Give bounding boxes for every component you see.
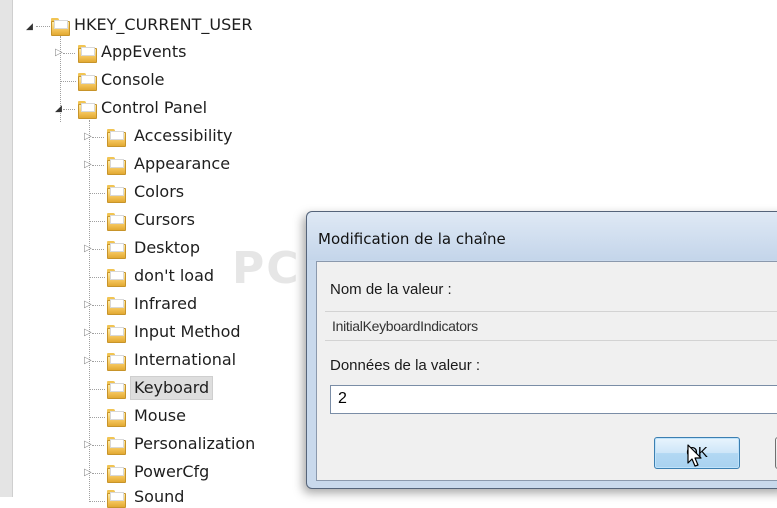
tree-connector [92,137,104,138]
tree-item-input-method[interactable]: Input Method [131,321,244,343]
tree-item-sound[interactable]: Sound [131,486,187,508]
tree-item-mouse[interactable]: Mouse [131,405,189,427]
value-name-text: InitialKeyboardIndicators [332,318,478,334]
folder-icon [106,268,126,287]
folder-icon [106,324,126,343]
tree-connector [92,445,104,446]
folder-icon [106,489,126,508]
tree-item-dont-load[interactable]: don't load [131,265,217,287]
value-name-label: Nom de la valeur : [330,281,452,298]
tree-connector [89,193,105,194]
edit-string-dialog: Modification de la chaîne Nom de la vale… [306,211,777,489]
tree-item-international[interactable]: International [131,349,239,371]
mouse-pointer-icon [687,444,702,467]
folder-icon [106,156,126,175]
folder-icon [106,240,126,259]
folder-icon [106,212,126,231]
tree-item-control-panel[interactable]: Control Panel [98,97,210,119]
tree-connector [36,26,50,27]
folder-icon [106,380,126,399]
folder-icon [77,100,97,119]
tree-item-console[interactable]: Console [98,69,168,91]
tree-item-hkey-current-user[interactable]: HKEY_CURRENT_USER [71,14,255,36]
folder-icon [106,436,126,455]
tree-connector [89,389,105,390]
tree-connector [92,249,104,250]
tree-connector [89,501,105,502]
tree-item-powercfg[interactable]: PowerCfg [131,461,212,483]
value-name-field: InitialKeyboardIndicators [325,311,777,341]
folder-icon [77,44,97,63]
folder-icon [50,17,70,36]
value-data-input[interactable]: 2 [330,385,777,414]
tree-connector [60,81,76,82]
folder-icon [106,296,126,315]
value-data-label: Données de la valeur : [330,357,481,374]
folder-icon [77,72,97,91]
dialog-titlebar[interactable]: Modification de la chaîne [307,212,777,260]
tree-left-border [0,0,13,497]
folder-icon [106,352,126,371]
tree-item-infrared[interactable]: Infrared [131,293,200,315]
folder-icon [106,464,126,483]
tree-connector [92,473,104,474]
folder-icon [106,128,126,147]
tree-connector [63,109,75,110]
tree-connector [89,417,105,418]
tree-connector [92,361,104,362]
tree-item-desktop[interactable]: Desktop [131,237,203,259]
tree-item-cursors[interactable]: Cursors [131,209,198,231]
tree-item-keyboard[interactable]: Keyboard [130,376,214,400]
tree-item-appevents[interactable]: AppEvents [98,41,189,63]
dialog-title: Modification de la chaîne [318,230,506,248]
tree-item-accessibility[interactable]: Accessibility [131,125,235,147]
tree-item-personalization[interactable]: Personalization [131,433,258,455]
tree-connector [92,305,104,306]
tree-connector [92,333,104,334]
tree-connector [63,53,75,54]
folder-icon [106,408,126,427]
tree-connector [89,277,105,278]
folder-icon [106,184,126,203]
collapse-arrow-icon[interactable]: ◢ [26,21,36,33]
tree-connector [92,165,104,166]
dialog-body: Nom de la valeur : InitialKeyboardIndica… [316,261,777,481]
tree-connector [89,221,105,222]
tree-item-appearance[interactable]: Appearance [131,153,233,175]
tree-item-colors[interactable]: Colors [131,181,187,203]
